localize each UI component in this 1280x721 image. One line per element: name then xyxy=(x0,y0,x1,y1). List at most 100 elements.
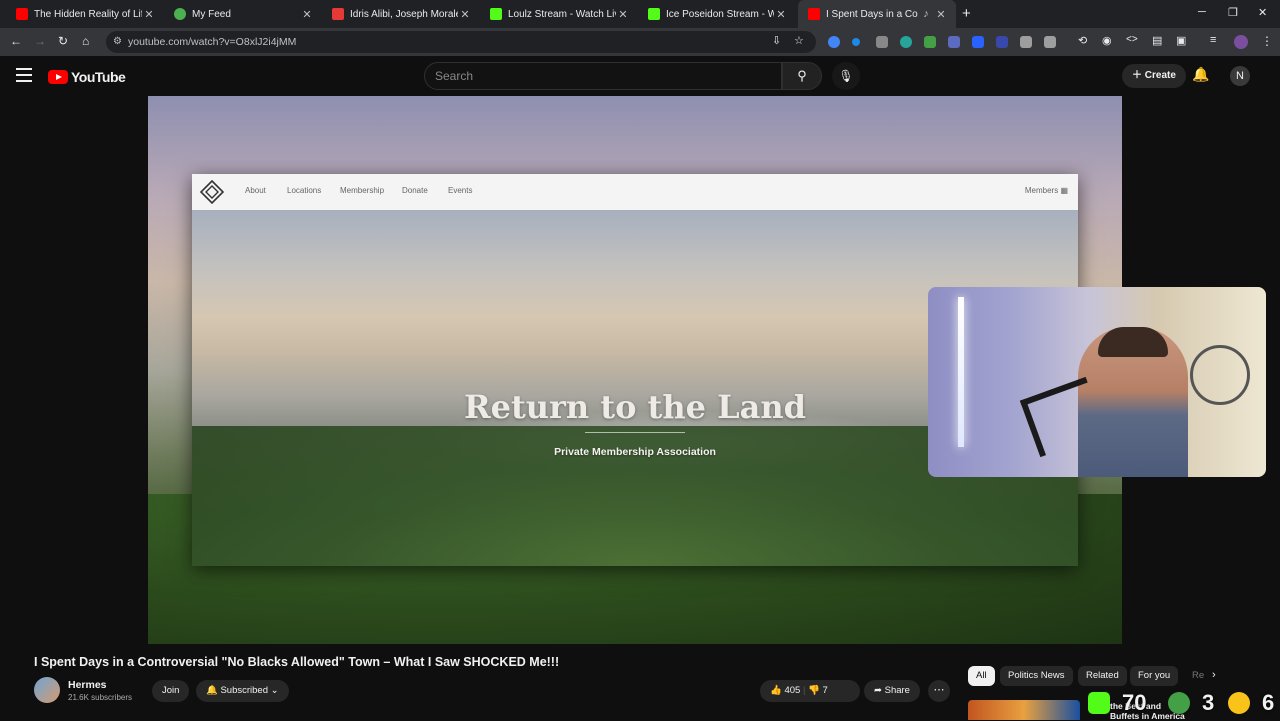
recommendation-thumbnail[interactable] xyxy=(968,700,1080,720)
puzzle-extensions-icon[interactable] xyxy=(1044,36,1056,48)
close-icon[interactable]: ✕ xyxy=(142,8,156,21)
youtube-favicon-icon xyxy=(808,8,820,20)
url-text: youtube.com/watch?v=O8xlJ2i4jMM xyxy=(128,36,297,48)
like-button[interactable]: 👍 405 xyxy=(770,685,800,696)
channel-avatar[interactable] xyxy=(34,677,60,703)
home-icon[interactable]: ⌂ xyxy=(82,34,89,48)
create-button[interactable]: ＋ Create xyxy=(1122,64,1186,88)
bookmark-star-icon[interactable]: ☆ xyxy=(794,34,804,47)
channel-name[interactable]: Hermes xyxy=(68,679,107,691)
extension-icon[interactable] xyxy=(828,36,840,48)
close-icon[interactable]: ✕ xyxy=(300,8,314,21)
minimize-icon[interactable]: ─ xyxy=(1198,6,1206,18)
overlay-value: 70 xyxy=(1122,690,1147,715)
menu-icon[interactable] xyxy=(16,68,32,86)
browser-tab[interactable]: Loulz Stream - Watch Live on K ✕ xyxy=(480,0,638,28)
site-info-icon[interactable]: ⚙ xyxy=(113,31,122,53)
browser-tab-active[interactable]: I Spent Days in a Controve ♪ ✕ xyxy=(798,0,956,28)
window-close-icon[interactable]: ✕ xyxy=(1258,6,1267,19)
extension-icon[interactable] xyxy=(1020,36,1032,48)
microphone-icon: 🎙 xyxy=(838,69,854,83)
share-button[interactable]: ➦ Share xyxy=(864,680,920,702)
emote-icon xyxy=(1228,692,1250,714)
tab-title: Ice Poseidon Stream - Watch Li xyxy=(666,8,774,20)
search-icon: ⚲ xyxy=(797,68,807,83)
subscriber-count: 21.6K subscribers xyxy=(68,693,133,702)
share-icon: ➦ xyxy=(874,685,885,696)
media-controls-icon[interactable]: ≡ xyxy=(1210,34,1216,46)
chip-all[interactable]: All xyxy=(968,666,995,686)
forward-icon[interactable]: → xyxy=(34,34,46,48)
voice-search-button[interactable]: 🎙 xyxy=(832,62,860,90)
close-icon[interactable]: ✕ xyxy=(616,8,630,21)
youtube-header: YouTube Search ⚲ 🎙 ＋ Create 🔔 N xyxy=(0,56,1280,96)
chevron-right-icon[interactable]: › xyxy=(1212,669,1216,681)
webcam-overlay xyxy=(928,287,1266,477)
vpn-extension-icon[interactable] xyxy=(900,36,912,48)
speaker-icon[interactable]: ♪ xyxy=(918,8,934,20)
youtube-logo[interactable]: YouTube xyxy=(48,69,126,85)
devtools-icon[interactable]: <> xyxy=(1126,34,1138,45)
site-link-events: Events xyxy=(448,186,473,195)
feed-favicon-icon xyxy=(174,8,186,20)
kick-favicon-icon xyxy=(490,8,502,20)
browser-menu-icon[interactable]: ⋮ xyxy=(1261,34,1273,48)
history-icon[interactable]: ⟲ xyxy=(1078,34,1087,47)
close-icon[interactable]: ✕ xyxy=(934,8,948,21)
kick-favicon-icon xyxy=(648,8,660,20)
play-badge-icon xyxy=(1168,692,1190,714)
new-tab-button[interactable]: + xyxy=(962,5,971,22)
notifications-bell-icon[interactable]: 🔔 xyxy=(1192,66,1209,83)
site-link-membership: Membership xyxy=(340,186,385,195)
browser-tab[interactable]: The Hidden Reality of Life in Pu ✕ xyxy=(6,0,164,28)
extension-icon[interactable] xyxy=(948,36,960,48)
profile-avatar-icon[interactable] xyxy=(1234,35,1248,49)
search-input[interactable]: Search xyxy=(424,62,782,90)
reload-icon[interactable]: ↻ xyxy=(58,34,68,48)
dislike-button[interactable]: 👎 7 xyxy=(808,685,828,696)
extension-icon[interactable] xyxy=(876,36,888,48)
extension-icon[interactable]: ◉ xyxy=(1102,34,1112,47)
extension-icon[interactable] xyxy=(924,36,936,48)
youtube-play-icon xyxy=(48,70,68,84)
install-app-icon[interactable]: ⇩ xyxy=(772,34,781,47)
diamond-logo-icon xyxy=(200,180,224,204)
site-link-about: About xyxy=(245,186,266,195)
chip-truncated[interactable]: Re xyxy=(1184,666,1212,686)
extension-icon[interactable] xyxy=(852,38,860,46)
extension-icon[interactable] xyxy=(996,36,1008,48)
tab-title: Idris Alibi, Joseph Morales Bett xyxy=(350,8,458,20)
chip-for-you[interactable]: For you xyxy=(1130,666,1179,686)
maximize-icon[interactable]: ❐ xyxy=(1228,6,1238,19)
site-members-link: Members ▦ xyxy=(1024,186,1068,195)
tab-title: I Spent Days in a Controve xyxy=(826,8,918,20)
join-button[interactable]: Join xyxy=(152,680,190,702)
video-title: I Spent Days in a Controversial "No Blac… xyxy=(34,655,560,669)
reading-list-icon[interactable]: ▤ xyxy=(1152,34,1162,47)
site-link-donate: Donate xyxy=(402,186,428,195)
thumbs-down-icon: 👎 xyxy=(808,685,823,696)
like-count: 405 xyxy=(784,685,801,696)
account-avatar[interactable]: N xyxy=(1230,66,1250,86)
browser-tab[interactable]: Idris Alibi, Joseph Morales Bett ✕ xyxy=(322,0,480,28)
close-icon[interactable]: ✕ xyxy=(458,8,472,21)
chip-related[interactable]: Related xyxy=(1078,666,1127,686)
tab-title: My Feed xyxy=(192,8,231,20)
subscribed-button[interactable]: 🔔 Subscribed ⌄ xyxy=(196,680,289,702)
more-actions-icon[interactable]: ⋯ xyxy=(928,680,950,702)
overlay-value: 6 xyxy=(1262,690,1275,715)
search-button[interactable]: ⚲ xyxy=(782,62,822,90)
address-bar[interactable]: ⚙ youtube.com/watch?v=O8xlJ2i4jMM xyxy=(106,31,816,53)
bell-icon: 🔔 xyxy=(206,685,221,696)
bookmark-favicon-icon xyxy=(332,8,344,20)
browser-tab[interactable]: My Feed ✕ xyxy=(164,0,322,28)
chip-politics-news[interactable]: Politics News xyxy=(1000,666,1073,686)
tab-title: Loulz Stream - Watch Live on K xyxy=(508,8,616,20)
site-link-locations: Locations xyxy=(287,186,322,195)
close-icon[interactable]: ✕ xyxy=(774,8,788,21)
browser-tab[interactable]: Ice Poseidon Stream - Watch Li ✕ xyxy=(638,0,796,28)
create-label: Create xyxy=(1144,70,1176,81)
back-icon[interactable]: ← xyxy=(10,34,22,48)
side-panel-icon[interactable]: ▣ xyxy=(1176,34,1186,47)
extension-icon[interactable] xyxy=(972,36,984,48)
